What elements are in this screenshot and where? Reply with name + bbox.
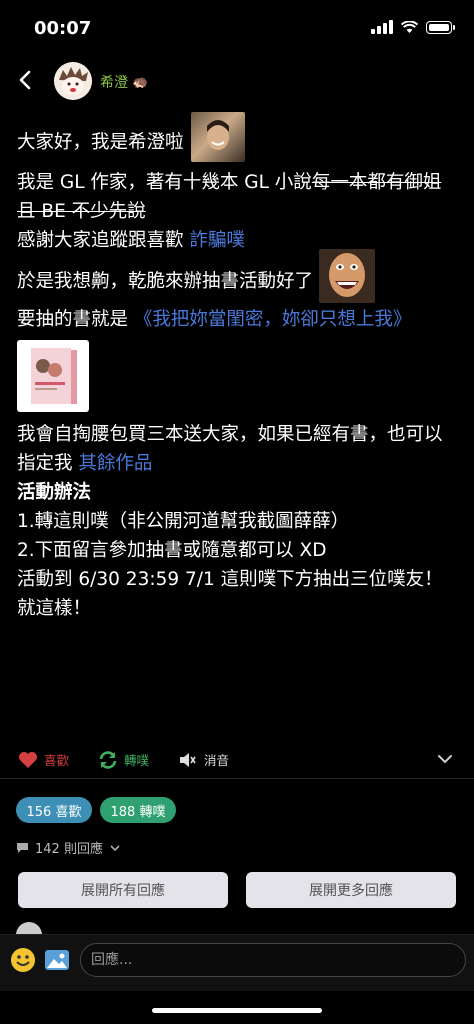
book-icon — [31, 348, 77, 404]
battery-icon — [426, 20, 455, 34]
link-book-title[interactable]: 《我把妳當閨密，妳卻只想上我》 — [134, 309, 412, 330]
chevron-down-icon[interactable] — [436, 750, 454, 768]
plurk-content: 大家好，我是希澄啦 我是 GL 作家，著有十幾本 GL 小說每一本都有御姐且 B… — [17, 112, 457, 623]
like-button[interactable]: 喜歡 — [18, 750, 69, 769]
chevron-down-icon — [110, 844, 120, 851]
action-bar: 喜歡 轉噗 消音 — [0, 742, 474, 779]
back-icon[interactable] — [14, 66, 38, 94]
post-line: 於是我想齁，乾脆來辦抽書活動好了 — [17, 249, 457, 303]
expand-more-responses-button[interactable]: 展開更多回應 — [246, 872, 456, 908]
author-avatar[interactable] — [54, 62, 92, 100]
replurk-button[interactable]: 轉噗 — [98, 750, 149, 769]
post-line: 我是 GL 作家，著有十幾本 GL 小說每一本都有御姐且 BE 不少先說 — [17, 172, 442, 222]
likes-count-badge[interactable]: 156 喜歡 — [16, 797, 92, 823]
replurk-icon — [99, 750, 117, 769]
post-heading: 活動辦法 — [17, 482, 92, 503]
expand-all-responses-button[interactable]: 展開所有回應 — [18, 872, 228, 908]
reaction-image[interactable] — [191, 112, 246, 162]
image-upload-icon[interactable] — [44, 949, 70, 971]
reaction-image[interactable] — [318, 249, 375, 303]
link-other-works[interactable]: 其餘作品 — [78, 453, 152, 474]
home-indicator — [152, 1008, 322, 1013]
comment-icon — [17, 842, 28, 853]
signal-icon — [371, 20, 393, 34]
post-line: 感謝大家追蹤跟喜歡 詐騙噗 — [17, 230, 245, 251]
reply-input[interactable]: 回應... — [80, 943, 466, 977]
hedgehog-avatar-icon — [54, 62, 92, 100]
status-icons — [371, 20, 455, 34]
post-line: 要抽的書就是 《我把妳當閨密，妳卻只想上我》 — [17, 309, 412, 330]
replurks-count-badge[interactable]: 188 轉噗 — [100, 797, 176, 823]
book-cover-image[interactable] — [17, 340, 89, 412]
hedgehog-emoji: 🦔 — [132, 74, 149, 90]
post-line: 我會自掏腰包買三本送大家，如果已經有書，也可以指定我 其餘作品 — [17, 424, 443, 474]
speaker-icon — [180, 752, 196, 767]
post-line: 2.下面留言參加抽書或隨意都可以 XD — [17, 540, 327, 561]
link-scam-plurk[interactable]: 詐騙噗 — [189, 230, 245, 251]
post-line: 大家好，我是希澄啦 — [17, 112, 457, 162]
author-name[interactable]: 希澄 🦔 — [100, 72, 148, 92]
heart-icon — [19, 751, 37, 768]
wifi-icon — [401, 20, 418, 33]
status-bar: 00:07 — [0, 0, 474, 56]
comment-preview — [16, 920, 50, 934]
plurk-header: 希澄 🦔 — [0, 56, 474, 108]
emoji-icon[interactable] — [10, 947, 36, 973]
post-line: 就這樣！ — [17, 598, 92, 619]
mute-button[interactable]: 消音 — [178, 750, 229, 769]
post-line: 活動到 6/30 23:59 7/1 這則噗下方抽出三位噗友！ — [17, 569, 443, 590]
responses-toggle[interactable]: 142 則回應 — [16, 838, 121, 857]
post-line: 1.轉這則噗（非公開河道幫我截圖薛薛） — [17, 511, 350, 532]
clock: 00:07 — [34, 18, 92, 39]
avatar — [16, 922, 42, 934]
reply-bar: 回應... — [0, 934, 474, 991]
